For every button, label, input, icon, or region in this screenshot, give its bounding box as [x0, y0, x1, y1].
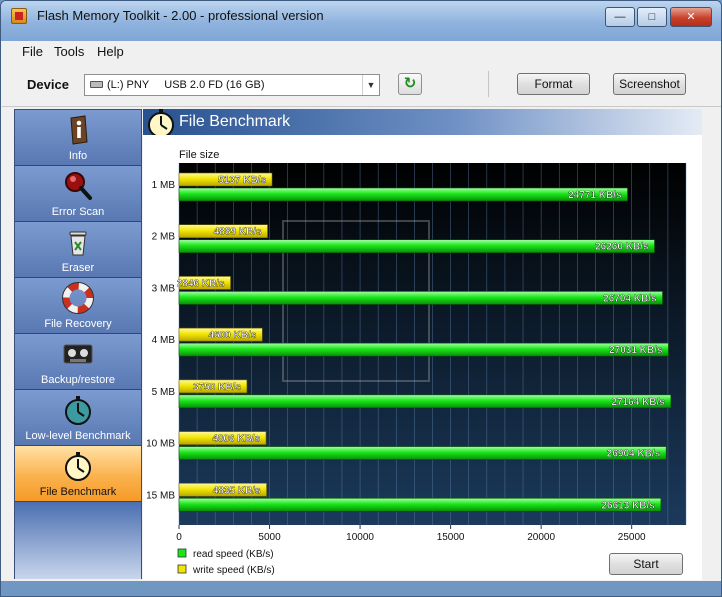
sidebar-item-file-recovery[interactable]: File Recovery	[15, 278, 141, 334]
read-bar-label: 26260 KB/s	[595, 242, 649, 253]
sidebar-item-low-level-benchmark[interactable]: Low-level Benchmark	[15, 390, 141, 446]
category-label: 2 MB	[152, 232, 176, 243]
window-bottom-edge	[1, 581, 721, 596]
start-button[interactable]: Start	[609, 553, 683, 575]
maximize-button[interactable]: □	[637, 7, 667, 27]
read-bar	[178, 239, 655, 254]
menu-bar: File Tools Help	[2, 41, 721, 61]
write-bar-label: 5137 KB/s	[218, 175, 266, 186]
refresh-icon: ↻	[403, 75, 417, 92]
toolbar-divider	[488, 71, 489, 97]
read-bar-label: 27031 KB/s	[609, 345, 663, 356]
category-label: 15 MB	[146, 490, 175, 501]
x-tick-label: 5000	[258, 532, 281, 543]
device-label: Device	[27, 77, 69, 92]
menu-tools[interactable]: Tools	[54, 44, 84, 59]
app-window: Flash Memory Toolkit - 2.00 - profession…	[0, 0, 722, 597]
legend-swatch	[177, 548, 187, 558]
category-label: 4 MB	[152, 335, 176, 346]
close-button[interactable]: ✕	[670, 7, 712, 27]
read-bar-label: 26704 KB/s	[603, 293, 657, 304]
sidebar: Info Error Scan Eraser File Recovery Bac…	[14, 109, 142, 579]
write-bar-label: 4600 KB/s	[208, 330, 256, 341]
format-button[interactable]: Format	[517, 73, 590, 95]
sidebar-item-label: Eraser	[61, 262, 95, 274]
sidebar-item-label: Backup/restore	[41, 374, 115, 386]
lifebuoy-icon	[62, 282, 94, 314]
write-bar-label: 2846 KB/s	[177, 278, 225, 289]
category-label: 1 MB	[152, 180, 176, 191]
read-bar	[178, 446, 667, 460]
write-bar-label: 4889 KB/s	[214, 227, 262, 238]
page-title: File Benchmark	[179, 113, 291, 130]
sidebar-item-label: File Recovery	[44, 318, 112, 330]
legend-label: read speed (KB/s)	[193, 549, 274, 560]
sidebar-item-file-benchmark[interactable]: File Benchmark	[15, 446, 141, 502]
legend-label: write speed (KB/s)	[192, 565, 275, 576]
sidebar-item-error-scan[interactable]: Error Scan	[15, 166, 141, 222]
category-label: 10 MB	[146, 439, 175, 450]
sidebar-item-info[interactable]: Info	[15, 110, 141, 166]
menu-file[interactable]: File	[22, 44, 43, 59]
read-bar	[178, 342, 669, 357]
read-bar	[178, 291, 663, 305]
x-tick-label: 10000	[346, 532, 374, 543]
legend-swatch	[177, 564, 187, 574]
title-bar[interactable]: Flash Memory Toolkit - 2.00 - profession…	[1, 1, 721, 41]
benchmark-chart: File size 1 MB 5137 KB/s 24771 KB/s 2 MB 4889…	[146, 149, 687, 576]
magnifier-icon	[65, 172, 92, 200]
benchmark-panel: File size 1 MB 5137 KB/s 24771 KB/s 2 MB 4889…	[143, 135, 702, 580]
sidebar-item-label: Info	[68, 150, 88, 162]
read-bar	[178, 497, 662, 512]
chevron-down-icon[interactable]: ▼	[362, 75, 379, 95]
minimize-button[interactable]: —	[605, 7, 635, 27]
read-bar-label: 27164 KB/s	[611, 397, 665, 408]
usb-drive-icon	[90, 81, 103, 88]
read-bar-label: 24771 KB/s	[568, 190, 622, 201]
sidebar-item-eraser[interactable]: Eraser	[15, 222, 141, 278]
read-bar	[178, 394, 672, 409]
x-tick-label: 25000	[618, 532, 646, 543]
content-header: File Benchmark	[143, 109, 702, 138]
category-label: 5 MB	[152, 387, 176, 398]
read-bar	[178, 187, 628, 202]
sidebar-item-label: Low-level Benchmark	[25, 430, 131, 442]
stopwatch-icon	[65, 452, 91, 481]
tape-icon	[63, 344, 93, 364]
window-title: Flash Memory Toolkit - 2.00 - profession…	[37, 8, 324, 23]
write-bar-label: 3750 KB/s	[193, 382, 241, 393]
sidebar-filler	[15, 502, 141, 579]
sidebar-item-label: File Benchmark	[39, 486, 117, 498]
menu-help[interactable]: Help	[97, 44, 124, 59]
device-value: (L:) PNY USB 2.0 FD (16 GB)	[107, 79, 265, 91]
trash-icon	[69, 231, 87, 256]
app-icon	[11, 8, 27, 24]
device-select[interactable]: (L:) PNY USB 2.0 FD (16 GB) ▼	[84, 74, 380, 96]
sidebar-item-backup-restore[interactable]: Backup/restore	[15, 334, 141, 390]
y-axis-title: File size	[179, 149, 219, 161]
read-bar-label: 26613 KB/s	[602, 500, 656, 511]
x-tick-label: 20000	[527, 532, 555, 543]
info-icon	[70, 115, 88, 145]
toolbar: Device (L:) PNY USB 2.0 FD (16 GB) ▼ ↻ F…	[2, 61, 721, 107]
stopwatch-icon	[65, 396, 91, 425]
x-tick-label: 15000	[437, 532, 465, 543]
category-label: 3 MB	[152, 283, 176, 294]
sidebar-item-label: Error Scan	[51, 206, 105, 218]
screenshot-button[interactable]: Screenshot	[613, 73, 686, 95]
write-bar-label: 4835 KB/s	[213, 485, 261, 496]
read-bar-label: 26904 KB/s	[607, 449, 661, 460]
refresh-button[interactable]: ↻	[398, 73, 422, 95]
x-tick-label: 0	[176, 532, 182, 543]
write-bar-label: 4806 KB/s	[212, 434, 260, 445]
